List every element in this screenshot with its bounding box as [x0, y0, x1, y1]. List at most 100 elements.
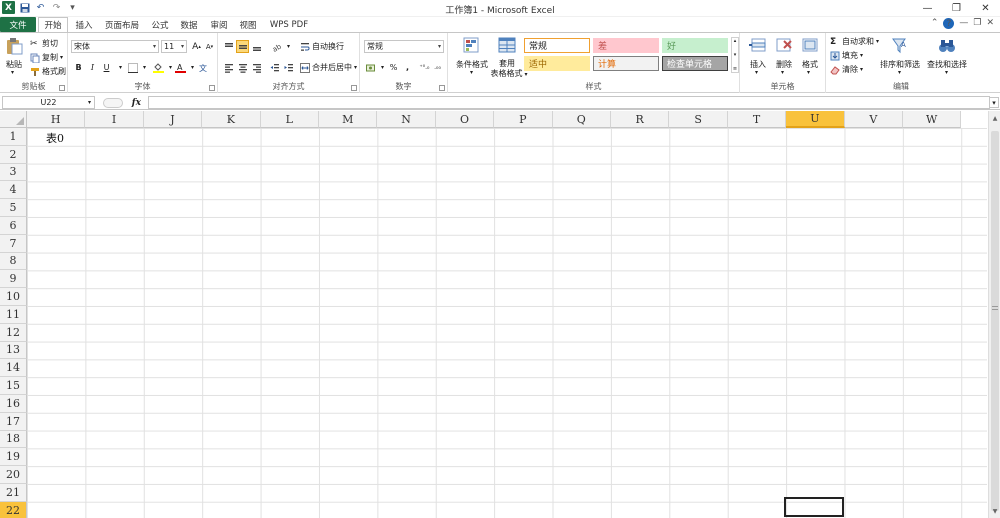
autosum-button[interactable]: Σ 自动求和 ▾	[830, 36, 879, 47]
underline-button[interactable]: U	[100, 61, 113, 74]
align-bottom-button[interactable]	[250, 40, 263, 53]
align-center-button[interactable]	[236, 61, 249, 74]
format-painter-button[interactable]: 格式刷	[30, 66, 66, 77]
active-cell-selection[interactable]	[784, 497, 844, 517]
alignment-launcher-icon[interactable]	[351, 85, 357, 91]
name-box[interactable]: U22 ▾	[2, 96, 95, 109]
font-launcher-icon[interactable]	[209, 85, 215, 91]
font-size-select[interactable]: 11 ▾	[161, 40, 187, 53]
styles-gallery-scroll[interactable]: ▴ ▾ ≡	[731, 37, 739, 73]
delete-cells-button[interactable]: 删除 ▾	[772, 37, 796, 81]
row-header-6[interactable]: 6	[0, 217, 27, 235]
column-header-q[interactable]: Q	[552, 111, 611, 128]
row-header-18[interactable]: 18	[0, 430, 27, 449]
column-header-u[interactable]: U	[786, 111, 845, 128]
format-cells-button[interactable]: 格式 ▾	[798, 37, 822, 81]
orientation-dropdown-icon[interactable]: ▾	[282, 40, 295, 53]
column-header-s[interactable]: S	[669, 111, 728, 128]
style-good[interactable]: 好	[662, 38, 728, 53]
row-header-2[interactable]: 2	[0, 145, 27, 164]
column-header-w[interactable]: W	[903, 111, 962, 128]
column-header-v[interactable]: V	[844, 111, 903, 128]
conditional-formatting-button[interactable]: 条件格式 ▾	[454, 37, 490, 81]
row-header-8[interactable]: 8	[0, 252, 27, 271]
insert-function-button[interactable]: fx	[132, 98, 141, 108]
percent-button[interactable]: %	[387, 61, 400, 74]
number-launcher-icon[interactable]	[439, 85, 445, 91]
help-icon[interactable]: ?	[943, 18, 955, 29]
row-header-7[interactable]: 7	[0, 234, 27, 253]
row-header-11[interactable]: 11	[0, 306, 27, 324]
column-header-o[interactable]: O	[435, 111, 495, 128]
vertical-scrollbar[interactable]: ▲ ▼	[988, 111, 1000, 518]
column-header-k[interactable]: K	[202, 111, 261, 128]
style-normal[interactable]: 常规	[524, 38, 590, 53]
borders-dropdown-icon[interactable]: ▾	[138, 61, 151, 74]
column-header-h[interactable]: H	[27, 111, 86, 128]
column-header-p[interactable]: P	[494, 111, 553, 128]
increase-indent-button[interactable]	[282, 61, 295, 74]
tab-wps-pdf[interactable]: WPS PDF	[265, 17, 313, 32]
clipboard-launcher-icon[interactable]	[59, 85, 65, 91]
row-header-9[interactable]: 9	[0, 270, 27, 289]
row-header-1[interactable]: 1	[0, 128, 27, 146]
tab-formulas[interactable]: 公式	[147, 17, 173, 32]
formula-input[interactable]	[148, 96, 990, 109]
workbook-minimize-icon[interactable]: —	[959, 18, 968, 29]
increase-decimal-button[interactable]: ⁺⁰.₀	[418, 61, 431, 74]
format-as-table-button[interactable]: 套用 表格格式 ▾	[490, 37, 527, 81]
shrink-font-button[interactable]: A ▾	[203, 40, 216, 53]
column-header-n[interactable]: N	[377, 111, 436, 128]
row-header-12[interactable]: 12	[0, 323, 27, 342]
row-header-19[interactable]: 19	[0, 448, 27, 467]
row-header-21[interactable]: 21	[0, 484, 27, 502]
align-middle-button[interactable]	[236, 40, 249, 53]
cell-h1[interactable]: 表0	[46, 130, 64, 146]
number-format-select[interactable]: 常规 ▾	[364, 40, 444, 53]
clear-button[interactable]: 清除 ▾	[830, 64, 863, 75]
row-header-10[interactable]: 10	[0, 288, 27, 306]
decrease-decimal-button[interactable]: .₀₀	[431, 61, 444, 74]
column-header-r[interactable]: R	[611, 111, 670, 128]
scroll-thumb[interactable]	[991, 131, 999, 511]
tab-file[interactable]: 文件	[0, 17, 36, 32]
workbook-close-icon[interactable]: ✕	[986, 18, 994, 29]
column-header-m[interactable]: M	[319, 111, 378, 128]
column-header-t[interactable]: T	[727, 111, 787, 128]
tab-page-layout[interactable]: 页面布局	[100, 17, 144, 32]
phonetic-button[interactable]: 文	[198, 61, 211, 74]
workbook-restore-icon[interactable]: ❐	[973, 18, 981, 29]
scroll-up-icon[interactable]: ▲	[990, 113, 1000, 123]
style-bad[interactable]: 差	[593, 38, 659, 53]
column-header-i[interactable]: I	[85, 111, 144, 128]
style-neutral[interactable]: 适中	[524, 56, 590, 71]
column-header-l[interactable]: L	[260, 111, 319, 128]
row-header-14[interactable]: 14	[0, 359, 27, 378]
align-right-button[interactable]	[250, 61, 263, 74]
cell-area[interactable]	[27, 128, 987, 518]
merge-center-button[interactable]: 合并后居中 ▾	[300, 62, 357, 73]
restore-button[interactable]: ❐	[942, 0, 971, 16]
row-header-17[interactable]: 17	[0, 412, 27, 431]
minimize-button[interactable]: —	[913, 0, 942, 16]
tab-home[interactable]: 开始	[38, 17, 68, 32]
style-check-cell[interactable]: 检查单元格	[662, 56, 728, 71]
close-button[interactable]: ✕	[971, 0, 1000, 16]
row-header-5[interactable]: 5	[0, 199, 27, 217]
decrease-indent-button[interactable]	[268, 61, 281, 74]
row-header-15[interactable]: 15	[0, 377, 27, 395]
style-calculation[interactable]: 计算	[593, 56, 659, 71]
tab-data[interactable]: 数据	[176, 17, 202, 32]
bold-button[interactable]: B	[72, 61, 85, 74]
cut-button[interactable]: ✂ 剪切	[30, 38, 58, 49]
row-header-13[interactable]: 13	[0, 341, 27, 360]
row-header-22[interactable]: 22	[0, 501, 27, 518]
fill-button[interactable]: 填充 ▾	[830, 50, 863, 61]
align-top-button[interactable]	[222, 40, 235, 53]
align-left-button[interactable]	[222, 61, 235, 74]
wrap-text-button[interactable]: 自动换行	[300, 41, 344, 52]
copy-button[interactable]: 复制 ▾	[30, 52, 63, 63]
row-header-4[interactable]: 4	[0, 181, 27, 200]
insert-cells-button[interactable]: 插入 ▾	[746, 37, 770, 81]
tab-insert[interactable]: 插入	[71, 17, 97, 32]
